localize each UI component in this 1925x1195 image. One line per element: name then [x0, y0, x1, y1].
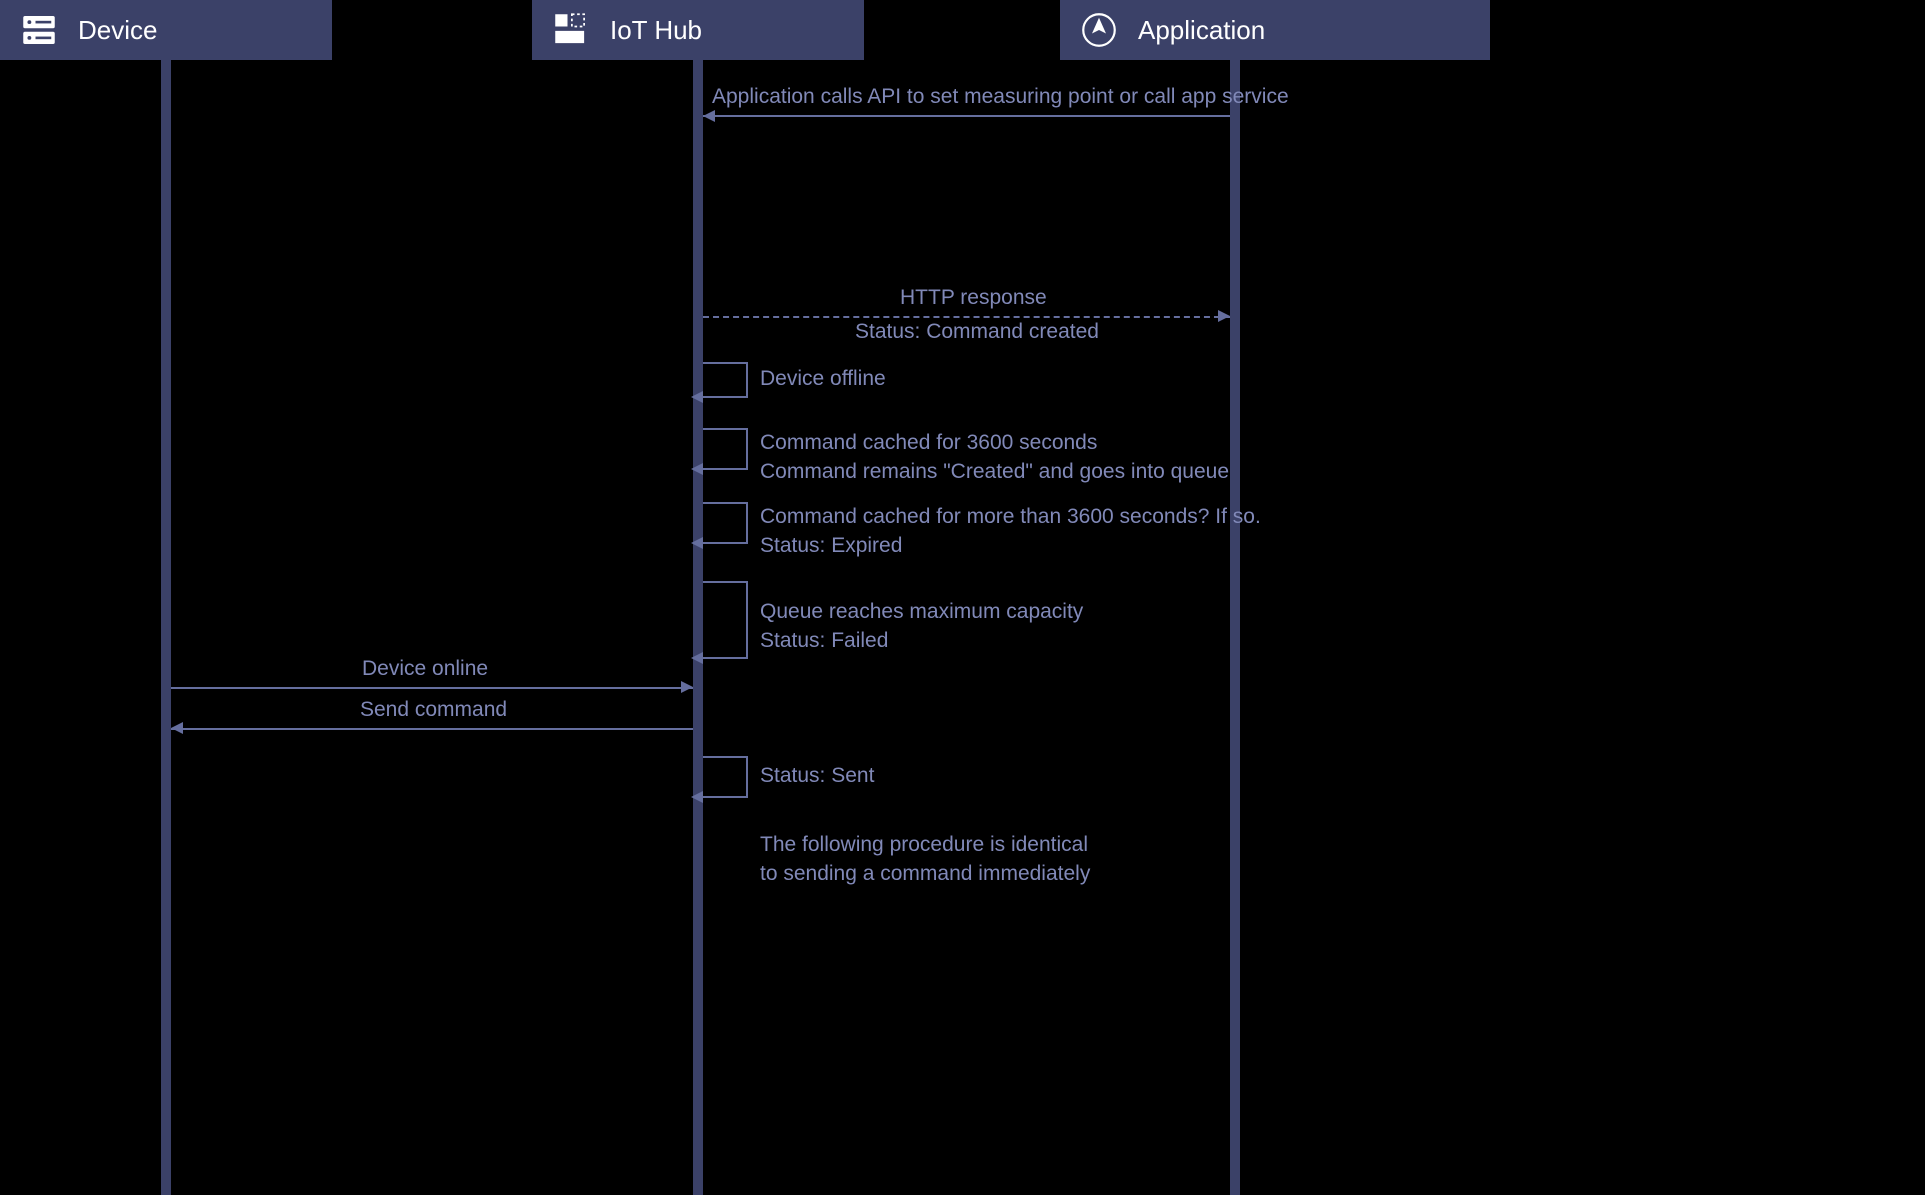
arrow-http-response [703, 316, 1230, 318]
arrow-head-m4 [171, 722, 183, 734]
self-msg-status-sent-label: Status: Sent [760, 764, 874, 788]
self-msg-cached-3600 [703, 428, 748, 470]
arrow-head-m1 [703, 110, 715, 122]
self-msg-queue-full [703, 581, 748, 659]
actor-application-label: Application [1138, 15, 1265, 46]
self-msg-status-sent [703, 756, 748, 798]
self-msg-expired-label: Command cached for more than 3600 second… [760, 502, 1261, 561]
msg-http-response-label: HTTP response [900, 286, 1047, 310]
self4-line2: Status: Failed [760, 626, 1083, 655]
self4-line1: Queue reaches maximum capacity [760, 597, 1083, 626]
application-icon [1078, 9, 1120, 51]
actor-application: Application [1060, 0, 1490, 60]
server-icon [18, 9, 60, 51]
self-msg-expired [703, 502, 748, 544]
lifeline-device [161, 60, 171, 1195]
msg-app-calls-api: Application calls API to set measuring p… [712, 85, 1289, 109]
actor-iot-hub-label: IoT Hub [610, 15, 702, 46]
actor-device: Device [0, 0, 332, 60]
self-msg-cached-3600-label: Command cached for 3600 seconds Command … [760, 428, 1229, 487]
lifeline-application [1230, 60, 1240, 1195]
self-msg-device-offline [703, 362, 748, 398]
actor-iot-hub: IoT Hub [532, 0, 864, 60]
note-following-procedure: The following procedure is identical to … [760, 830, 1090, 889]
msg-send-command: Send command [360, 698, 507, 722]
lifeline-iot-hub [693, 60, 703, 1195]
iot-hub-icon [550, 9, 592, 51]
self3-line2: Status: Expired [760, 531, 1261, 560]
msg-device-online: Device online [362, 657, 488, 681]
self2-line2: Command remains "Created" and goes into … [760, 457, 1229, 486]
arrow-head-m3 [681, 681, 693, 693]
arrow-send-command [171, 728, 693, 730]
self-msg-queue-full-label: Queue reaches maximum capacity Status: F… [760, 597, 1083, 656]
self-msg-device-offline-label: Device offline [760, 367, 886, 391]
arrow-app-to-iot [703, 115, 1230, 117]
arrow-device-online [171, 687, 693, 689]
self3-line1: Command cached for more than 3600 second… [760, 502, 1261, 531]
note-line1: The following procedure is identical [760, 830, 1090, 859]
msg-status-command-created: Status: Command created [855, 320, 1099, 344]
actor-device-label: Device [78, 15, 157, 46]
arrow-head-m2 [1218, 310, 1230, 322]
self2-line1: Command cached for 3600 seconds [760, 428, 1229, 457]
note-line2: to sending a command immediately [760, 859, 1090, 888]
